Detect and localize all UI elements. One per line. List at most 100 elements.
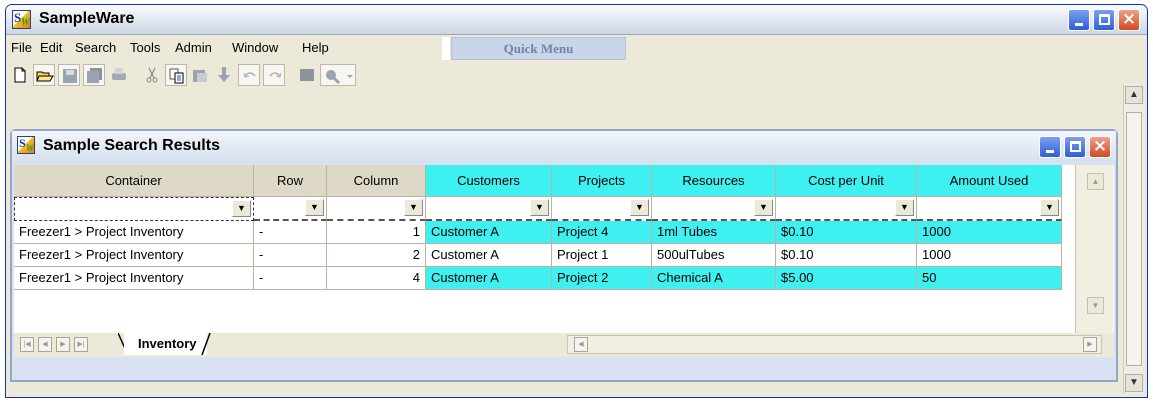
filter-customers[interactable]: ▼: [426, 197, 552, 221]
app-window: SW SampleWare × File Edit Search Tools A…: [5, 4, 1148, 398]
column-header-container[interactable]: Container: [14, 165, 254, 197]
table-cell[interactable]: 2: [327, 244, 426, 267]
filter-projects[interactable]: ▼: [552, 197, 652, 221]
undo-icon[interactable]: [238, 64, 260, 86]
filter-row[interactable]: ▼: [254, 197, 327, 221]
scroll-up-icon[interactable]: ▲: [1125, 86, 1143, 104]
child-maximize-button[interactable]: [1064, 136, 1086, 158]
scroll-down-icon[interactable]: ▼: [1087, 297, 1104, 314]
minimize-button[interactable]: [1068, 9, 1090, 31]
column-header-cost-per-unit[interactable]: Cost per Unit: [776, 165, 917, 197]
tab-inventory[interactable]: Inventory: [124, 333, 207, 355]
app-vertical-scrollbar[interactable]: ▲ ▼: [1123, 84, 1143, 394]
toolbar: [6, 61, 1147, 91]
table-cell[interactable]: -: [254, 244, 327, 267]
color-block-icon[interactable]: [296, 64, 318, 86]
search-dropdown-icon[interactable]: [320, 64, 356, 86]
table-cell[interactable]: Chemical A: [652, 267, 776, 290]
maximize-button[interactable]: [1093, 9, 1115, 31]
child-minimize-button[interactable]: [1039, 136, 1061, 158]
column-header-row[interactable]: Row: [254, 165, 327, 197]
column-header-amount-used[interactable]: Amount Used: [917, 165, 1062, 197]
scroll-right-icon[interactable]: ▶: [1083, 337, 1097, 352]
column-header-resources[interactable]: Resources: [652, 165, 776, 197]
tab-right-edge: [201, 333, 211, 355]
redo-icon[interactable]: [263, 64, 285, 86]
quick-menu-button[interactable]: Quick Menu: [451, 37, 626, 60]
chevron-down-icon[interactable]: ▼: [754, 199, 773, 216]
search-results-window: SW Sample Search Results × Container Row…: [10, 129, 1118, 382]
grid-vertical-scrollbar[interactable]: ▲ ▼: [1075, 165, 1113, 333]
grid-horizontal-scrollbar[interactable]: ◀ ▶: [567, 335, 1102, 354]
table-cell[interactable]: 1ml Tubes: [652, 221, 776, 244]
table-cell[interactable]: Project 2: [552, 267, 652, 290]
scroll-left-icon[interactable]: ◀: [574, 337, 588, 352]
filter-column[interactable]: ▼: [327, 197, 426, 221]
scroll-down-icon[interactable]: ▼: [1125, 374, 1143, 392]
table-cell[interactable]: Customer A: [426, 267, 552, 290]
menu-file[interactable]: File: [11, 40, 32, 55]
chevron-down-icon[interactable]: ▼: [1040, 199, 1059, 216]
filter-resources[interactable]: ▼: [652, 197, 776, 221]
chevron-down-icon[interactable]: ▼: [530, 199, 549, 216]
filter-cost-per-unit[interactable]: ▼: [776, 197, 917, 221]
menu-search[interactable]: Search: [75, 40, 116, 55]
first-sheet-icon[interactable]: |◀: [20, 337, 34, 352]
table-cell[interactable]: 4: [327, 267, 426, 290]
table-cell[interactable]: Customer A: [426, 221, 552, 244]
chevron-down-icon[interactable]: ▼: [232, 200, 251, 217]
scroll-up-icon[interactable]: ▲: [1087, 173, 1104, 190]
child-title-bar[interactable]: SW Sample Search Results ×: [12, 131, 1116, 162]
table-cell[interactable]: 50: [917, 267, 1062, 290]
column-header-column[interactable]: Column: [327, 165, 426, 197]
last-sheet-icon[interactable]: ▶|: [74, 337, 88, 352]
table-cell[interactable]: Freezer1 > Project Inventory: [14, 267, 254, 290]
cut-icon[interactable]: [141, 64, 163, 86]
chevron-down-icon[interactable]: ▼: [305, 199, 324, 216]
table-cell[interactable]: 500ulTubes: [652, 244, 776, 267]
new-document-icon[interactable]: [9, 64, 31, 86]
chevron-down-icon[interactable]: ▼: [630, 199, 649, 216]
menu-window[interactable]: Window: [232, 40, 278, 55]
chevron-down-icon[interactable]: ▼: [895, 199, 914, 216]
table-cell[interactable]: 1: [327, 221, 426, 244]
table-cell[interactable]: $0.10: [776, 244, 917, 267]
column-header-projects[interactable]: Projects: [552, 165, 652, 197]
app-logo-icon: SW: [12, 10, 31, 29]
table-cell[interactable]: $5.00: [776, 267, 917, 290]
save-all-icon[interactable]: [83, 64, 105, 86]
table-cell[interactable]: Customer A: [426, 244, 552, 267]
close-icon: ×: [1092, 136, 1108, 156]
open-folder-icon[interactable]: [33, 64, 55, 86]
title-bar[interactable]: SW SampleWare ×: [6, 5, 1147, 35]
chevron-down-icon[interactable]: ▼: [404, 199, 423, 216]
import-icon[interactable]: [213, 64, 235, 86]
save-icon[interactable]: [58, 64, 80, 86]
column-header-customers[interactable]: Customers: [426, 165, 552, 197]
table-cell[interactable]: Project 1: [552, 244, 652, 267]
paste-icon[interactable]: [189, 64, 211, 86]
menu-help[interactable]: Help: [302, 40, 329, 55]
table-cell[interactable]: 1000: [917, 221, 1062, 244]
child-close-button[interactable]: ×: [1089, 136, 1111, 158]
print-icon[interactable]: [108, 64, 130, 86]
filter-container[interactable]: ▼: [14, 197, 254, 221]
table-cell[interactable]: Freezer1 > Project Inventory: [14, 221, 254, 244]
previous-sheet-icon[interactable]: ◀: [38, 337, 52, 352]
table-cell[interactable]: 1000: [917, 244, 1062, 267]
table-cell[interactable]: -: [254, 267, 327, 290]
table-cell[interactable]: $0.10: [776, 221, 917, 244]
menu-edit[interactable]: Edit: [40, 40, 62, 55]
next-sheet-icon[interactable]: ▶: [56, 337, 70, 352]
maximize-icon: [1070, 141, 1081, 152]
sheet-tab-bar: |◀ ◀ ▶ ▶| Inventory ◀ ▶: [14, 333, 1114, 357]
filter-amount-used[interactable]: ▼: [917, 197, 1062, 221]
copy-icon[interactable]: [165, 64, 187, 86]
table-cell[interactable]: Freezer1 > Project Inventory: [14, 244, 254, 267]
app-scroll-thumb[interactable]: [1126, 112, 1142, 366]
close-button[interactable]: ×: [1118, 9, 1140, 31]
menu-admin[interactable]: Admin: [175, 40, 212, 55]
table-cell[interactable]: Project 4: [552, 221, 652, 244]
menu-tools[interactable]: Tools: [130, 40, 160, 55]
table-cell[interactable]: -: [254, 221, 327, 244]
